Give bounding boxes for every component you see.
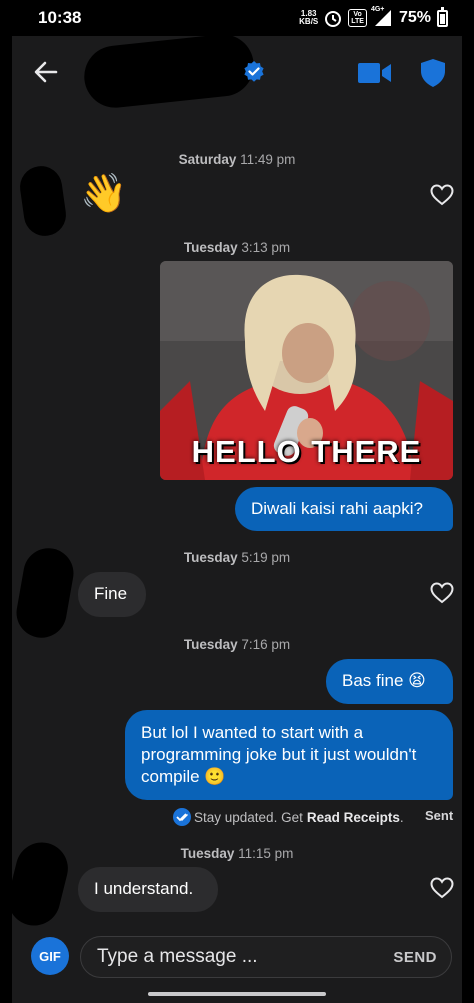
incoming-message[interactable]: Fine bbox=[78, 572, 146, 617]
message-status: Sent bbox=[425, 808, 454, 823]
read-receipts-promo[interactable]: Stay updated. Get Read Receipts . bbox=[172, 806, 462, 828]
timestamp: Tuesday 7:16 pm bbox=[183, 637, 291, 652]
outgoing-message[interactable]: But lol I wanted to start with a program… bbox=[125, 710, 453, 800]
home-indicator[interactable] bbox=[148, 992, 326, 996]
send-button[interactable]: SEND bbox=[393, 949, 437, 966]
timestamp: Tuesday 3:13 pm bbox=[183, 240, 291, 255]
gif-caption: HELLO THERE bbox=[191, 434, 422, 469]
outgoing-message[interactable]: Bas fine 😫 bbox=[326, 659, 453, 704]
chat-header bbox=[12, 31, 462, 111]
shield-icon[interactable] bbox=[420, 58, 446, 88]
video-call-icon[interactable] bbox=[358, 62, 392, 84]
arrow-left-icon[interactable] bbox=[32, 58, 60, 86]
volte-icon: Vo LTE bbox=[348, 9, 367, 27]
message-input-box[interactable]: SEND bbox=[80, 936, 452, 978]
outgoing-message[interactable]: Diwali kaisi rahi aapki? bbox=[235, 487, 453, 531]
net-speed: 1.83 KB/S bbox=[299, 9, 319, 26]
like-heart-icon[interactable] bbox=[430, 184, 454, 206]
read-receipt-icon bbox=[173, 808, 191, 826]
like-heart-icon[interactable] bbox=[430, 877, 454, 899]
timestamp: Saturday 11:49 pm bbox=[178, 152, 296, 167]
read-receipts-link[interactable]: Read Receipts bbox=[307, 810, 400, 825]
status-icons: 1.83 KB/S Vo LTE 4G+ 75% bbox=[299, 6, 448, 27]
status-time: 10:38 bbox=[38, 8, 82, 27]
battery-percent: 75% bbox=[398, 9, 431, 26]
redacted-name[interactable] bbox=[81, 31, 257, 111]
verified-badge-icon bbox=[244, 61, 264, 82]
like-heart-icon[interactable] bbox=[430, 582, 454, 604]
gif-message[interactable]: HELLO THERE bbox=[160, 261, 453, 480]
message-composer: GIF SEND bbox=[12, 932, 462, 982]
alarm-icon bbox=[325, 11, 342, 27]
status-bar: 10:38 1.83 KB/S Vo LTE 4G+ 75% bbox=[12, 0, 462, 36]
avatar[interactable] bbox=[17, 163, 69, 239]
signal-icon: 4G+ bbox=[371, 6, 393, 27]
gif-button[interactable]: GIF bbox=[31, 937, 69, 975]
incoming-message[interactable]: I understand. bbox=[78, 867, 218, 912]
battery-icon bbox=[437, 6, 448, 27]
chat-screen: 10:38 1.83 KB/S Vo LTE 4G+ 75% Saturday … bbox=[12, 0, 462, 1003]
timestamp: Tuesday 5:19 pm bbox=[183, 550, 291, 565]
wave-emoji-message: 👋 bbox=[80, 173, 128, 215]
timestamp: Tuesday 11:15 pm bbox=[180, 846, 294, 861]
message-input[interactable] bbox=[97, 946, 357, 968]
